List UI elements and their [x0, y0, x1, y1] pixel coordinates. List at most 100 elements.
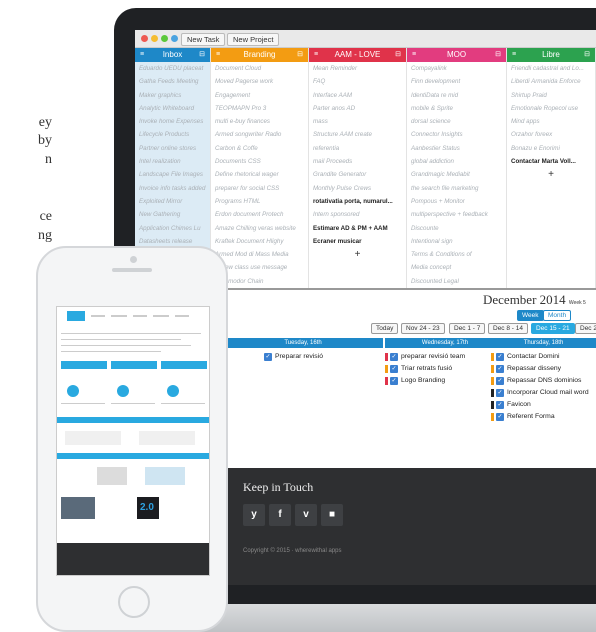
- board-card[interactable]: Finn development: [407, 75, 506, 88]
- board-card[interactable]: Discounte: [407, 222, 506, 235]
- board-column-header[interactable]: ≡ Libre ⊟: [507, 48, 595, 62]
- board-card[interactable]: rotativatia porta, numarul...: [309, 195, 406, 208]
- task-checkbox[interactable]: ✓: [496, 401, 504, 409]
- board-card[interactable]: Define rhetorical wager: [211, 168, 308, 181]
- maximize-window-dot[interactable]: [161, 35, 168, 42]
- board-card[interactable]: Document Cloud: [211, 62, 308, 75]
- phone-nav-item[interactable]: [133, 315, 147, 317]
- task-checkbox[interactable]: ✓: [264, 353, 272, 361]
- board-card[interactable]: Grandmagic Mediabit: [407, 168, 506, 181]
- phone-nav-item[interactable]: [111, 315, 127, 317]
- board-card[interactable]: Grandite Generator: [309, 168, 406, 181]
- phone-nav-item[interactable]: [175, 315, 189, 317]
- board-card[interactable]: Mind apps: [507, 115, 595, 128]
- menu-icon[interactable]: ≡: [412, 48, 416, 62]
- facebook-icon[interactable]: f: [269, 504, 291, 526]
- board-card[interactable]: Aanbestier Status: [407, 142, 506, 155]
- board-card[interactable]: mass: [309, 115, 406, 128]
- board-card[interactable]: Monthly Pulse Crews: [309, 182, 406, 195]
- week-view-button[interactable]: Week: [517, 310, 544, 321]
- board-card[interactable]: Application Chimes Lu: [135, 222, 210, 235]
- column-options-icon[interactable]: ⊟: [297, 48, 303, 62]
- board-column-header[interactable]: ≡ MOO ⊟: [407, 48, 506, 62]
- board-card[interactable]: Intel realization: [135, 155, 210, 168]
- task-checkbox[interactable]: ✓: [390, 377, 398, 385]
- board-card[interactable]: Orzahor foreex: [507, 128, 595, 141]
- calendar-task[interactable]: ✓ Triar retrats fusió: [385, 364, 489, 374]
- board-card[interactable]: FAQ: [309, 75, 406, 88]
- calendar-task[interactable]: ✓ Preparar revisió: [259, 352, 363, 362]
- board-card[interactable]: Maker graphics: [135, 89, 210, 102]
- board-card[interactable]: Kraftek Document Hlighy: [211, 235, 308, 248]
- board-card[interactable]: dorsal science: [407, 115, 506, 128]
- calendar-task[interactable]: ✓ Repassar DNS dominios: [491, 376, 595, 386]
- board-card[interactable]: Estimare AD & PM + AAM: [309, 222, 406, 235]
- board-card[interactable]: Discounted Legal: [407, 275, 506, 288]
- new-project-button[interactable]: New Project: [227, 33, 280, 46]
- column-options-icon[interactable]: ⊟: [395, 48, 401, 62]
- column-options-icon[interactable]: ⊟: [495, 48, 501, 62]
- board-card[interactable]: Lifecycle Products: [135, 128, 210, 141]
- board-card[interactable]: mail Proceeds: [309, 155, 406, 168]
- new-task-button[interactable]: New Task: [181, 33, 226, 46]
- calendar-task[interactable]: ✓ Logo Branding: [385, 376, 489, 386]
- range-nav-button[interactable]: Dec 8 - 14: [488, 323, 528, 334]
- board-card[interactable]: Liberdi Armanida Enforce: [507, 75, 595, 88]
- board-card[interactable]: the search file marketing: [407, 182, 506, 195]
- phone-cta-button[interactable]: [161, 361, 207, 369]
- phone-nav-item[interactable]: [91, 315, 105, 317]
- board-card[interactable]: Terms & Conditions of: [407, 248, 506, 261]
- add-card-icon[interactable]: +: [507, 168, 595, 182]
- board-card[interactable]: Armed Mod di Mass Media: [211, 248, 308, 261]
- today-button[interactable]: Today: [371, 323, 399, 334]
- calendar-task[interactable]: ✓ Incorporar Cloud mail word: [491, 388, 595, 398]
- task-checkbox[interactable]: ✓: [496, 389, 504, 397]
- board-card[interactable]: multiperspective + feedback: [407, 208, 506, 221]
- board-card[interactable]: Erdon document Protech: [211, 208, 308, 221]
- menu-icon[interactable]: ≡: [216, 48, 220, 62]
- board-card[interactable]: Parter anos AD: [309, 102, 406, 115]
- new-tab-dot[interactable]: [171, 35, 178, 42]
- board-card[interactable]: Shirtup Praid: [507, 89, 595, 102]
- board-card[interactable]: Interface AAM: [309, 89, 406, 102]
- board-column-header[interactable]: ≡ Branding ⊟: [211, 48, 308, 62]
- range-nav-button[interactable]: Dec 1 - 7: [449, 323, 486, 334]
- board-card[interactable]: Carbon & Coffe: [211, 142, 308, 155]
- board-card[interactable]: Amaze Chilling veras website: [211, 222, 308, 235]
- board-card[interactable]: Media concept: [407, 261, 506, 274]
- calendar-task[interactable]: ✓ Referent Forma: [491, 412, 595, 422]
- board-card[interactable]: TEOPMAPN Pro 3: [211, 102, 308, 115]
- board-card[interactable]: Partner online stores: [135, 142, 210, 155]
- range-nav-button[interactable]: Nov 24 - 23: [401, 323, 445, 334]
- phone-nav-active[interactable]: [67, 311, 85, 321]
- board-card[interactable]: Documents CSS: [211, 155, 308, 168]
- board-card[interactable]: Intentional sign: [407, 235, 506, 248]
- board-card[interactable]: Armed songwriter Radio: [211, 128, 308, 141]
- task-checkbox[interactable]: ✓: [496, 413, 504, 421]
- board-card[interactable]: referentia: [309, 142, 406, 155]
- menu-icon[interactable]: ≡: [140, 48, 144, 62]
- phone-cta-button[interactable]: [111, 361, 157, 369]
- board-card[interactable]: Mean Reminder: [309, 62, 406, 75]
- board-column-header[interactable]: ≡ AAM - LOVE ⊟: [309, 48, 406, 62]
- menu-icon[interactable]: ≡: [512, 48, 516, 62]
- board-card[interactable]: Friendli cadastral and Lo...: [507, 62, 595, 75]
- calendar-task[interactable]: ✓ preparar revisió team: [385, 352, 489, 362]
- board-card[interactable]: Eduardo UEDU placeat: [135, 62, 210, 75]
- phone-nav-item[interactable]: [153, 315, 169, 317]
- youtube-icon[interactable]: ■: [321, 504, 343, 526]
- task-checkbox[interactable]: ✓: [496, 353, 504, 361]
- board-card[interactable]: Invoke home Expenses: [135, 115, 210, 128]
- vimeo-icon[interactable]: v: [295, 504, 317, 526]
- board-card[interactable]: Contactar Marta Voll...: [507, 155, 595, 168]
- add-card-icon[interactable]: +: [309, 248, 406, 262]
- board-card[interactable]: Invoice info tasks added: [135, 182, 210, 195]
- calendar-task[interactable]: ✓ Contactar Domini: [491, 352, 595, 362]
- board-card[interactable]: Programs HTML: [211, 195, 308, 208]
- board-card[interactable]: Gatha Feeds Meeting: [135, 75, 210, 88]
- board-card[interactable]: Intern sponsored: [309, 208, 406, 221]
- minimize-window-dot[interactable]: [151, 35, 158, 42]
- calendar-task[interactable]: ✓ Favicon: [491, 400, 595, 410]
- range-nav-button-active[interactable]: Dec 15 - 21: [531, 323, 575, 334]
- month-view-button[interactable]: Month: [543, 310, 572, 321]
